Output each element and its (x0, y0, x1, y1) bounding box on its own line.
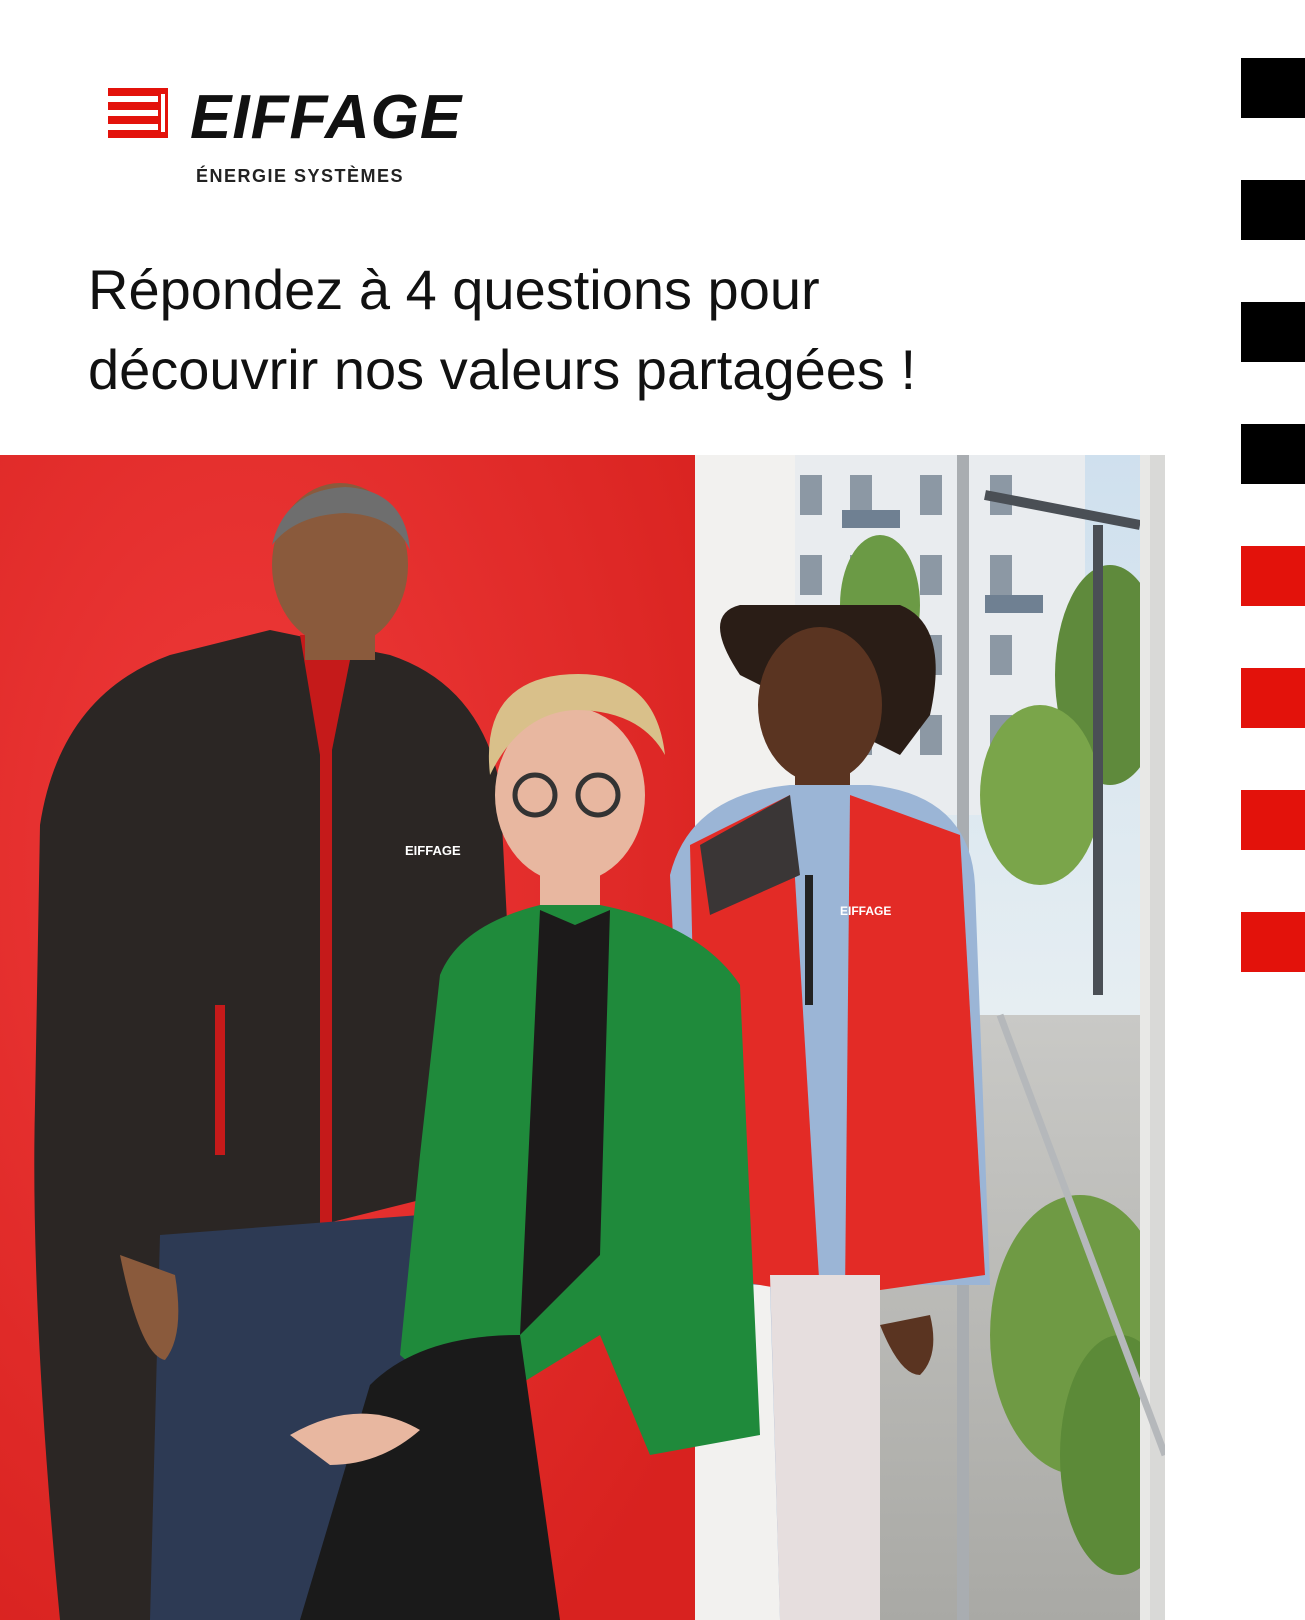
progress-square-8 (1241, 912, 1305, 972)
eiffage-logo: EIFFAGE ÉNERGIE SYSTÈMES (108, 84, 468, 194)
shelter-post (1093, 525, 1103, 995)
page-title: Répondez à 4 questions pour découvrir no… (88, 250, 1138, 410)
brand-name: EIFFAGE (190, 83, 463, 152)
jacket-logo: EIFFAGE (405, 843, 461, 858)
title-line-2: découvrir nos valeurs partagées ! (88, 338, 916, 401)
progress-square-6 (1241, 668, 1305, 728)
title-line-1: Répondez à 4 questions pour (88, 258, 820, 321)
quiz-intro-page: EIFFAGE ÉNERGIE SYSTÈMES Répondez à 4 qu… (0, 0, 1305, 1620)
progress-square-4 (1241, 424, 1305, 484)
progress-square-2 (1241, 180, 1305, 240)
tree (980, 705, 1100, 885)
team-photo-illustration: EIFFAGE EIFFAGE (0, 455, 1165, 1620)
vest-logo: EIFFAGE (840, 904, 891, 918)
progress-square-3 (1241, 302, 1305, 362)
brand-subtitle: ÉNERGIE SYSTÈMES (196, 166, 405, 186)
progress-square-7 (1241, 790, 1305, 850)
team-photo: EIFFAGE EIFFAGE (0, 455, 1165, 1620)
progress-square-1 (1241, 58, 1305, 118)
eiffage-logo-icon (108, 88, 168, 138)
progress-square-5 (1241, 546, 1305, 606)
